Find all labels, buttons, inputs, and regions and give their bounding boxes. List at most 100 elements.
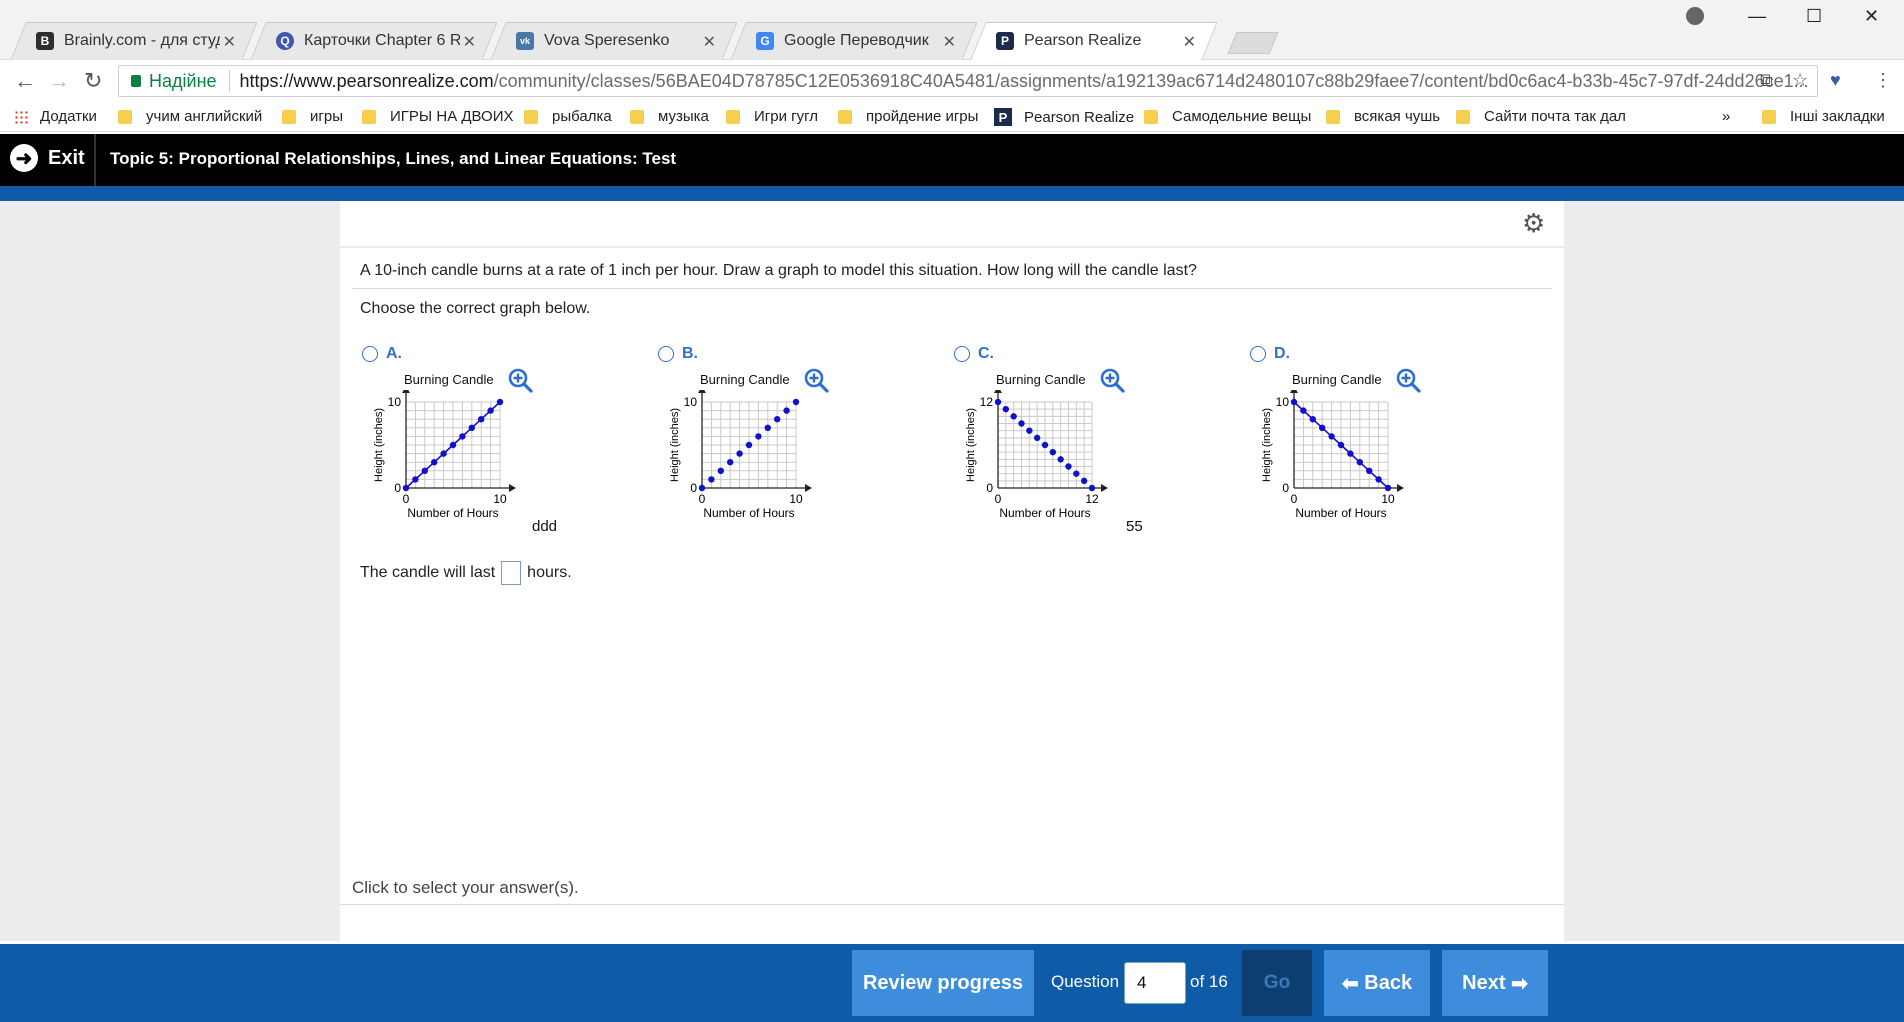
y-tick-label: 10 [388, 395, 402, 409]
assessment-header: ➜ Exit Topic 5: Proportional Relationshi… [0, 134, 1904, 186]
pearson-favicon-icon: P [996, 32, 1014, 50]
tab-google-translate[interactable]: G Google Переводчик ✕ [730, 22, 978, 60]
option-d-graph: 0 10010Number of HoursHeight (inches) [1261, 390, 1404, 520]
data-point [412, 476, 419, 483]
bookmark-folder[interactable]: Игри гугл [726, 108, 818, 125]
data-point [487, 407, 494, 414]
bookmarks-overflow-button[interactable]: » [1722, 108, 1730, 125]
tab-title: Карточки Chapter 6 Rev [304, 32, 460, 49]
exit-button[interactable]: ➜ Exit [10, 144, 85, 172]
bookmark-apps[interactable]: Додатки [14, 108, 97, 125]
tab-title: Vova Speresenko [544, 32, 670, 49]
x-axis-label: Number of Hours [1295, 506, 1386, 520]
tab-close-icon[interactable]: ✕ [463, 32, 476, 52]
option-b[interactable]: B. Burning Candle 0 10 0 10 Number of Hours H… [658, 345, 878, 536]
minimize-icon[interactable]: — [1748, 6, 1766, 27]
tab-quizlet[interactable]: Q Карточки Chapter 6 Rev ✕ [250, 22, 498, 60]
data-point [1057, 456, 1064, 463]
data-point [440, 450, 447, 457]
x-axis-label: Number of Hours [703, 506, 794, 520]
x-tick-label: 10 [789, 492, 803, 506]
apps-icon [14, 109, 28, 124]
review-progress-button[interactable]: Review progress [852, 950, 1034, 1016]
option-a[interactable]: A. Burning Candle 0 10 0 10 Number of Hours H… [362, 345, 582, 536]
lock-icon [131, 75, 141, 87]
bookmark-folder[interactable]: Самодельние вещы [1144, 108, 1311, 125]
chart-title: Burning Candle [1292, 372, 1382, 387]
tab-close-icon[interactable]: ✕ [1183, 32, 1196, 52]
answer-input[interactable] [501, 561, 522, 585]
gear-icon[interactable]: ⚙ [1522, 208, 1545, 239]
go-button[interactable]: Go [1242, 950, 1312, 1016]
quizlet-favicon-icon: Q [276, 32, 294, 50]
bookmark-folder[interactable]: пройдение игры [838, 108, 978, 125]
tab-title: Google Переводчик [784, 32, 929, 49]
folder-icon [524, 109, 538, 124]
y-axis-label: Height (inches) [373, 408, 385, 482]
answer-row: The candle will last hours. [360, 561, 572, 585]
arrow-left-icon: ⬅ [1341, 972, 1359, 995]
data-point [764, 424, 771, 431]
data-point [1337, 441, 1345, 449]
radio-button-a[interactable] [362, 346, 378, 362]
y-tick-label: 10 [684, 395, 698, 409]
data-point [1018, 420, 1025, 427]
bookmarks-bar: Додатки учим английский игры ИГРЫ НА ДВО… [0, 104, 1904, 132]
tab-close-icon[interactable]: ✕ [703, 32, 716, 52]
radio-button-d[interactable] [1250, 346, 1266, 362]
next-button[interactable]: Next ➡ [1442, 950, 1548, 1016]
back-arrow-icon[interactable]: ← [14, 68, 36, 94]
back-button[interactable]: ⬅ Back [1324, 950, 1430, 1016]
account-icon[interactable] [1686, 7, 1704, 25]
bookmark-label: Додатки [40, 108, 97, 125]
radio-button-b[interactable] [658, 346, 674, 362]
bookmark-pearson[interactable]: P Pearson Realize [994, 108, 1134, 126]
close-window-icon[interactable]: ✕ [1864, 6, 1879, 27]
data-point [1088, 484, 1096, 492]
data-point [1080, 477, 1088, 485]
x-axis-label: Number of Hours [999, 506, 1090, 520]
next-label: Next [1462, 971, 1506, 994]
bookmark-folder[interactable]: всякая чушь [1326, 108, 1440, 125]
x-axis-label: Number of Hours [407, 506, 498, 520]
translate-icon[interactable]: ⧉ [1760, 70, 1773, 91]
bookmark-folder[interactable]: музыка [630, 108, 709, 125]
tab-vk[interactable]: vk Vova Speresenko ✕ [490, 22, 738, 60]
other-bookmarks[interactable]: Інші закладки [1762, 108, 1885, 125]
option-d[interactable]: D. Burning Candle 0 10 0 10 Number of Hours H… [1250, 345, 1470, 536]
question-total: of 16 [1190, 972, 1228, 991]
question-number-input[interactable]: 4 [1124, 962, 1186, 1004]
x-axis-arrow [805, 484, 812, 492]
bookmark-folder[interactable]: ИГРЫ НА ДВОИХ [362, 108, 513, 125]
bookmark-folder[interactable]: учим английский [118, 108, 262, 125]
radio-button-c[interactable] [954, 346, 970, 362]
chart-title: Burning Candle [404, 372, 494, 387]
y-axis-arrow [698, 390, 706, 393]
maximize-icon[interactable]: ☐ [1806, 6, 1822, 27]
y-axis-arrow [1290, 390, 1298, 393]
data-point [1319, 424, 1326, 431]
folder-icon [1456, 109, 1470, 124]
option-letter: A. [386, 345, 402, 362]
forward-arrow-icon[interactable]: → [48, 68, 70, 94]
menu-dots-icon[interactable]: ⋮ [1874, 70, 1892, 91]
data-point [1041, 441, 1049, 449]
bookmark-folder[interactable]: Сайти почта так дал [1456, 108, 1626, 125]
reload-icon[interactable]: ↻ [84, 68, 102, 94]
y-tick-label: 12 [980, 395, 994, 409]
tab-brainly[interactable]: B Brainly.com - для студен ✕ [10, 22, 258, 60]
option-letter: D. [1274, 345, 1290, 362]
new-tab-button[interactable] [1227, 32, 1279, 54]
bookmark-folder[interactable]: игры [282, 108, 343, 125]
extension-icon[interactable]: ♥ [1830, 70, 1841, 91]
address-bar[interactable]: Надійне https://www.pearsonrealize.com /… [118, 65, 1818, 97]
option-c[interactable]: C. Burning Candle 0 12 0 12 Number of Hours H… [954, 345, 1174, 536]
data-point [1026, 427, 1033, 434]
bookmark-folder[interactable]: рыбалка [524, 108, 612, 125]
tab-pearson-realize[interactable]: P Pearson Realize ✕ [970, 22, 1218, 60]
star-icon[interactable]: ☆ [1792, 70, 1808, 91]
tab-close-icon[interactable]: ✕ [943, 32, 956, 52]
tab-close-icon[interactable]: ✕ [223, 32, 236, 52]
data-point [1073, 470, 1080, 477]
y-tick-label: 0 [690, 481, 697, 495]
